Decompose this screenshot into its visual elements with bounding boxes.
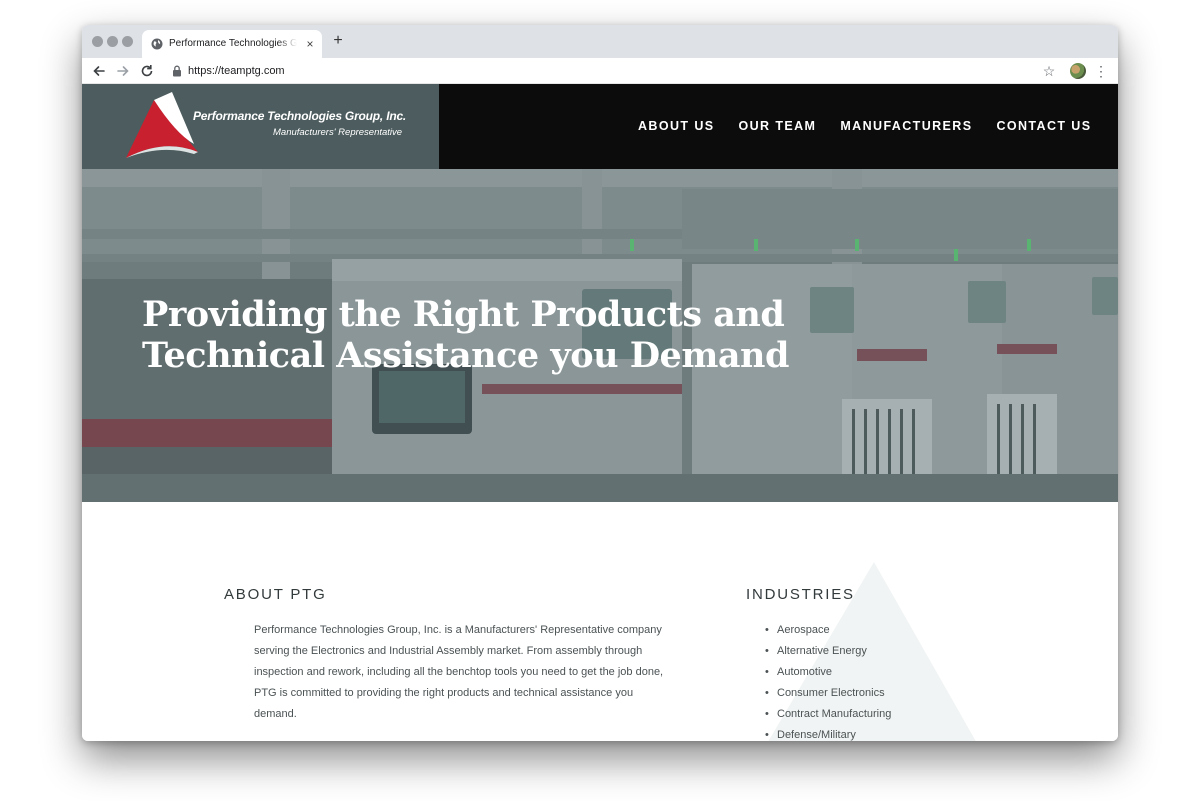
lock-icon [173,65,181,77]
list-item[interactable]: • Automotive [765,662,1006,683]
industry-label: Defense/Military [777,729,856,741]
hero-title: Providing the Right Products and Technic… [142,294,789,376]
hero-banner: Providing the Right Products and Technic… [82,169,1118,502]
industries-heading: INDUSTRIES [746,586,855,603]
industries-list: • Aerospace • Alternative Energy • Automoti… [765,620,1006,741]
list-item[interactable]: • Consumer Electronics [765,683,1006,704]
browser-toolbar: https://teamptg.com ☆ ⋮ [82,58,1118,84]
industry-label: Contract Manufacturing [777,708,892,720]
about-section: ABOUT PTG Performance Technologies Group… [224,586,684,725]
bullet: • [765,645,769,657]
list-item[interactable]: • Aerospace [765,620,1006,641]
reload-icon[interactable] [138,62,156,80]
close-window-button[interactable] [92,36,103,47]
minimize-window-button[interactable] [107,36,118,47]
bullet: • [765,687,769,699]
address-bar[interactable]: https://teamptg.com [188,63,285,79]
tab-strip: Performance Technologies Group, Inc. × + [82,25,1118,58]
logo-company-name: Performance Technologies Group, Inc. [193,109,407,123]
industry-label: Aerospace [777,624,830,636]
browser-menu-icon[interactable]: ⋮ [1094,61,1108,81]
bookmark-star-icon[interactable]: ☆ [1040,61,1058,81]
content-section: ABOUT PTG Performance Technologies Group… [82,502,1118,741]
forward-arrow-icon[interactable] [114,62,132,80]
industry-label: Alternative Energy [777,645,867,657]
bullet: • [765,708,769,720]
nav-our-team[interactable]: OUR TEAM [738,118,816,134]
list-item[interactable]: • Defense/Military [765,725,1006,741]
industry-label: Automotive [777,666,833,678]
tab-title: Performance Technologies Group, Inc. [169,38,297,49]
main-nav: ABOUT US OUR TEAM MANUFACTURERS CONTACT … [638,118,1115,134]
site-logo[interactable]: Performance Technologies Group, Inc. Man… [82,84,439,169]
nav-manufacturers[interactable]: MANUFACTURERS [840,118,972,134]
globe-icon [151,38,163,50]
industries-section: INDUSTRIES • Aerospace • Alternative Energ… [746,586,1006,741]
list-item[interactable]: • Contract Manufacturing [765,704,1006,725]
browser-window: Performance Technologies Group, Inc. × +… [82,25,1118,741]
tab-close-icon[interactable]: × [304,37,316,51]
logo-mark-icon [126,92,198,158]
nav-about-us[interactable]: ABOUT US [638,118,714,134]
industry-label: Consumer Electronics [777,687,885,699]
nav-contact-us[interactable]: CONTACT US [996,118,1091,134]
bullet: • [765,729,769,741]
about-paragraph: Performance Technologies Group, Inc. is … [254,624,664,720]
profile-avatar[interactable] [1070,63,1086,79]
logo-tagline: Manufacturers' Representative [273,127,403,138]
new-tab-button[interactable]: + [330,33,346,49]
about-heading: ABOUT PTG [224,586,327,603]
maximize-window-button[interactable] [122,36,133,47]
back-arrow-icon[interactable] [90,62,108,80]
browser-tab[interactable]: Performance Technologies Group, Inc. × [142,30,322,58]
site-header: Performance Technologies Group, Inc. Man… [82,84,1118,169]
bullet: • [765,666,769,678]
list-item[interactable]: • Alternative Energy [765,641,1006,662]
bullet: • [765,624,769,636]
